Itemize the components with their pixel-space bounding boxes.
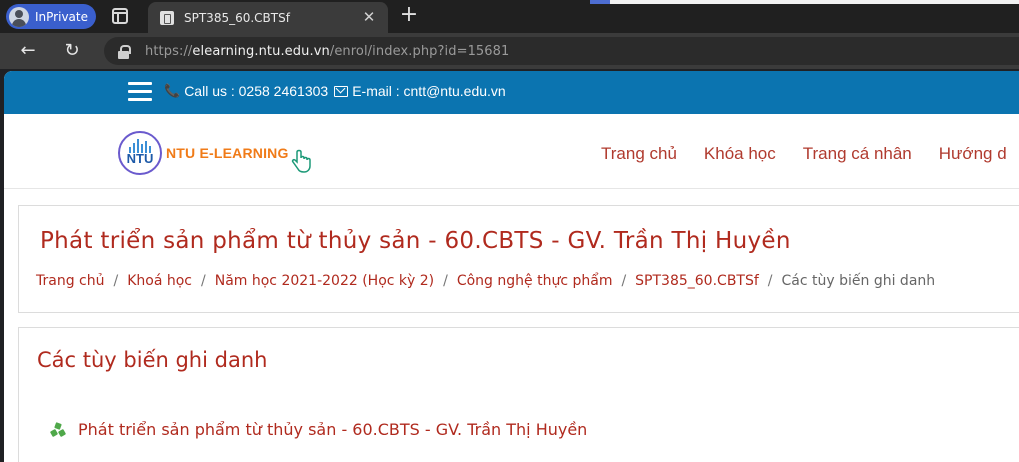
- nav-courses[interactable]: Khóa học: [704, 144, 776, 164]
- course-header-card: Phát triển sản phẩm từ thủy sản - 60.CBT…: [18, 205, 1019, 313]
- browser-tab-active[interactable]: SPT385_60.CBTSf ✕: [148, 2, 388, 33]
- inprivate-button[interactable]: InPrivate: [6, 4, 96, 29]
- new-tab-icon[interactable]: +: [398, 4, 420, 27]
- site-header: NTU NTU E-LEARNING Trang chủ Khóa học Tr…: [4, 114, 1019, 189]
- ntu-logo-emblem: NTU: [118, 131, 162, 175]
- refresh-icon[interactable]: ↻: [60, 39, 84, 63]
- contact-email: E-mail : cntt@ntu.edu.vn: [352, 83, 506, 99]
- window-strip-accent: [590, 0, 610, 4]
- recycle-icon: [49, 421, 67, 437]
- site-logo[interactable]: NTU NTU E-LEARNING: [118, 130, 313, 176]
- nav-guide[interactable]: Hướng d: [939, 144, 1007, 164]
- breadcrumb-home[interactable]: Trang chủ: [36, 273, 104, 289]
- browser-tab-bar: InPrivate SPT385_60.CBTSf ✕ +: [0, 0, 1019, 33]
- back-arrow-icon[interactable]: ←: [16, 39, 40, 63]
- page-favicon-icon: [160, 10, 174, 25]
- section-title: Các tùy biến ghi danh: [37, 348, 268, 372]
- inprivate-label: InPrivate: [35, 9, 88, 24]
- pointing-hand-icon: [291, 149, 311, 173]
- breadcrumb-department[interactable]: Công nghệ thực phẩm: [457, 273, 613, 289]
- breadcrumb-courses[interactable]: Khoá học: [127, 273, 192, 289]
- tab-title: SPT385_60.CBTSf: [184, 10, 290, 25]
- phone-icon: 📞: [164, 83, 181, 98]
- enrol-course-name: Phát triển sản phẩm từ thủy sản - 60.CBT…: [78, 420, 588, 439]
- page-title: Phát triển sản phẩm từ thủy sản - 60.CBT…: [40, 228, 791, 254]
- close-tab-icon[interactable]: ✕: [360, 8, 378, 26]
- main-nav: Trang chủ Khóa học Trang cá nhân Hướng d: [601, 144, 1007, 164]
- contact-phone: Call us : 0258 2461303: [184, 83, 329, 99]
- enrol-course-link[interactable]: Phát triển sản phẩm từ thủy sản - 60.CBT…: [49, 420, 588, 439]
- breadcrumb: Trang chủ / Khoá học / Năm học 2021-2022…: [36, 273, 936, 289]
- contact-top-bar: 📞 Call us : 0258 2461303 E-mail : cntt@n…: [4, 71, 1019, 114]
- envelope-icon: [334, 85, 349, 97]
- url-prefix: https://: [145, 43, 193, 59]
- enrol-options-card: Các tùy biến ghi danh Phát triển sản phẩ…: [18, 327, 1019, 462]
- contact-info: 📞 Call us : 0258 2461303 E-mail : cntt@n…: [164, 83, 506, 99]
- lock-icon[interactable]: [118, 44, 131, 59]
- breadcrumb-year[interactable]: Năm học 2021-2022 (Học kỳ 2): [215, 273, 434, 289]
- url-text: https://elearning.ntu.edu.vn/enrol/index…: [145, 44, 509, 59]
- nav-profile[interactable]: Trang cá nhân: [803, 144, 912, 164]
- nav-home[interactable]: Trang chủ: [601, 144, 677, 164]
- url-path: /enrol/index.php?id=15681: [329, 43, 510, 59]
- url-host: elearning.ntu.edu.vn: [192, 43, 330, 59]
- url-field[interactable]: https://elearning.ntu.edu.vn/enrol/index…: [104, 37, 1019, 65]
- profile-avatar-icon: [9, 6, 29, 27]
- window-strip: [610, 0, 1019, 4]
- tab-actions-icon[interactable]: [112, 8, 128, 24]
- logo-brand-text: NTU E-LEARNING: [166, 145, 289, 161]
- breadcrumb-current: Các tùy biến ghi danh: [781, 273, 936, 289]
- menu-hamburger-icon[interactable]: [128, 82, 152, 102]
- browser-address-bar: ← ↻ https://elearning.ntu.edu.vn/enrol/i…: [0, 33, 1019, 69]
- breadcrumb-course[interactable]: SPT385_60.CBTSf: [635, 273, 759, 289]
- web-page: 📞 Call us : 0258 2461303 E-mail : cntt@n…: [4, 71, 1019, 462]
